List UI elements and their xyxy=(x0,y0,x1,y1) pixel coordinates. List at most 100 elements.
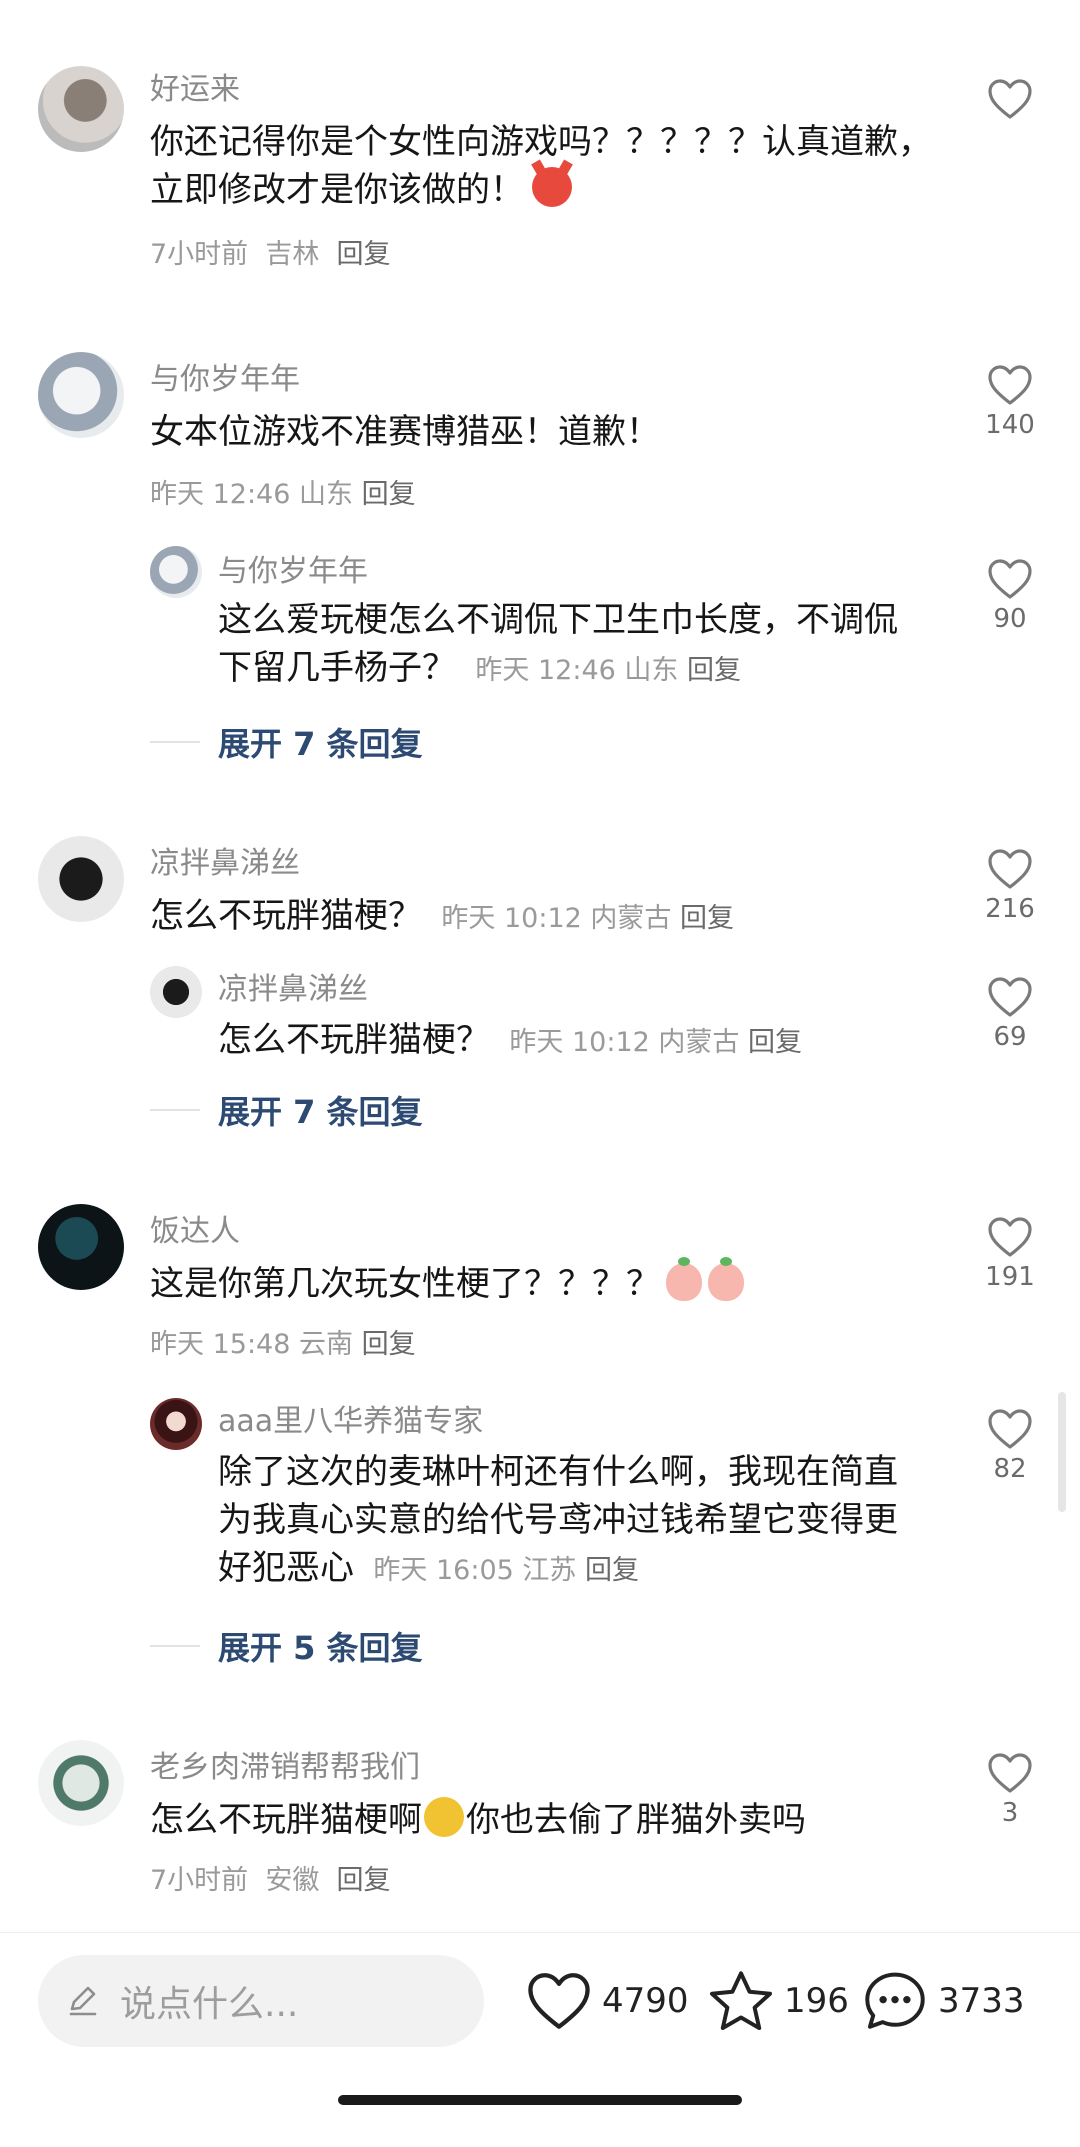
reply-like-button[interactable]: 82 xyxy=(970,1408,1050,1484)
avatar[interactable] xyxy=(38,836,124,922)
reply-time: 昨天 16:05 xyxy=(373,1555,514,1586)
reply-time: 昨天 10:12 xyxy=(509,1027,650,1058)
reply-username[interactable]: 凉拌鼻涕丝 xyxy=(218,964,368,1008)
scrollbar[interactable] xyxy=(1058,1392,1066,1512)
comment-text: 这是你第几次玩女性梗了？？？？ xyxy=(150,1257,950,1308)
comment-time: 昨天 10:12 xyxy=(441,903,582,934)
like-button[interactable]: 3 xyxy=(970,1752,1050,1828)
comment-input-placeholder: 说点什么... xyxy=(120,1984,299,2025)
like-count: 69 xyxy=(993,1022,1027,1052)
like-count: 191 xyxy=(985,1262,1035,1292)
comment-time: 7小时前 xyxy=(150,1865,249,1896)
reply-meta: 昨天 12:46 山东 回复 xyxy=(467,655,741,686)
comment-text: 女本位游戏不准赛博猎巫！道歉！ xyxy=(150,412,660,452)
avatar[interactable] xyxy=(38,66,124,152)
comment-username[interactable]: 饭达人 xyxy=(150,1206,240,1250)
reply-location: 山东 xyxy=(624,655,679,686)
like-button[interactable] xyxy=(970,78,1050,124)
home-indicator[interactable] xyxy=(338,2095,742,2105)
comment-text: 你还记得你是个女性向游戏吗？？？？？认真道歉，立即修改才是你该做的！ xyxy=(150,118,950,214)
divider xyxy=(150,741,200,743)
like-button[interactable]: 191 xyxy=(970,1216,1050,1292)
reply-meta: 昨天 16:05 江苏 回复 xyxy=(365,1555,639,1586)
reply-text-content: 怎么不玩胖猫梗？ xyxy=(218,1020,490,1060)
reply-avatar[interactable] xyxy=(150,966,202,1018)
comment-meta: 7小时前 安徽 回复 xyxy=(150,1858,391,1897)
expand-replies-button[interactable]: 展开 5 条回复 xyxy=(150,1626,423,1667)
reply-username[interactable]: aaa里八华养猫专家 xyxy=(218,1396,483,1440)
comment-meta: 昨天 15:48 云南 回复 xyxy=(150,1322,416,1361)
comment-input[interactable]: 说点什么... xyxy=(38,1955,484,2047)
comment-location: 内蒙古 xyxy=(590,903,672,934)
comment-text-content: 这是你第几次玩女性梗了？？？？ xyxy=(150,1264,660,1304)
heart-icon xyxy=(988,1409,1032,1449)
reply-time: 昨天 12:46 xyxy=(475,655,616,686)
comment-text: 怎么不玩胖猫梗？ 昨天 10:12 内蒙古 回复 xyxy=(150,892,950,943)
star-icon xyxy=(709,1971,773,2031)
like-button[interactable]: 216 xyxy=(970,848,1050,924)
post-comment-count: 3733 xyxy=(938,1981,1025,2021)
comment-time: 昨天 15:48 xyxy=(150,1329,291,1360)
like-count: 82 xyxy=(993,1454,1027,1484)
comment-username[interactable]: 凉拌鼻涕丝 xyxy=(150,838,300,882)
comment-time: 昨天 12:46 xyxy=(150,479,291,510)
reply-text: 这么爱玩梗怎么不调侃下卫生巾长度，不调侃下留几手杨子？ 昨天 12:46 山东 … xyxy=(218,596,928,695)
comment-location: 山东 xyxy=(299,479,353,510)
like-button[interactable]: 140 xyxy=(970,364,1050,440)
post-like-button[interactable]: 4790 xyxy=(526,1955,689,2047)
post-favorite-button[interactable]: 196 xyxy=(708,1955,849,2047)
heart-icon xyxy=(988,849,1032,889)
post-comment-button[interactable]: 3733 xyxy=(862,1955,1025,2047)
reply-button[interactable]: 回复 xyxy=(748,1027,802,1058)
avatar[interactable] xyxy=(38,1204,124,1290)
reply-button[interactable]: 回复 xyxy=(362,479,416,510)
reply-avatar[interactable] xyxy=(150,546,202,598)
heart-icon xyxy=(988,1217,1032,1257)
comment-time: 7小时前 xyxy=(150,239,249,270)
reply-button[interactable]: 回复 xyxy=(362,1329,416,1360)
reply-location: 内蒙古 xyxy=(658,1027,740,1058)
comment-username[interactable]: 好运来 xyxy=(150,64,240,108)
expand-replies-button[interactable]: 展开 7 条回复 xyxy=(150,1090,423,1131)
comment-text-after: 你也去偷了胖猫外卖吗 xyxy=(466,1800,806,1840)
bottom-action-bar: 说点什么... 4790 196 3733 xyxy=(0,1932,1080,2147)
comment-location: 安徽 xyxy=(265,1865,320,1896)
reply-button[interactable]: 回复 xyxy=(337,239,391,270)
comment-meta: 昨天 10:12 内蒙古 回复 xyxy=(433,903,734,934)
expand-replies-label: 展开 7 条回复 xyxy=(218,725,423,763)
comment-text-before: 怎么不玩胖猫梗啊 xyxy=(150,1800,422,1840)
comment-meta: 7小时前 吉林 回复 xyxy=(150,232,391,271)
divider xyxy=(150,1109,200,1111)
heart-icon xyxy=(988,79,1032,119)
heart-icon xyxy=(988,559,1032,599)
comment-text-content: 怎么不玩胖猫梗？ xyxy=(150,896,422,936)
avatar[interactable] xyxy=(38,352,124,438)
expand-replies-button[interactable]: 展开 7 条回复 xyxy=(150,722,423,763)
peach-emoji-icon xyxy=(708,1257,744,1301)
avatar[interactable] xyxy=(38,1740,124,1826)
divider xyxy=(150,1645,200,1647)
post-like-count: 4790 xyxy=(602,1981,689,2021)
comment-location: 吉林 xyxy=(265,239,320,270)
reply-location: 江苏 xyxy=(522,1555,577,1586)
reply-button[interactable]: 回复 xyxy=(585,1555,639,1586)
reply-username[interactable]: 与你岁年年 xyxy=(218,546,368,590)
reply-meta: 昨天 10:12 内蒙古 回复 xyxy=(501,1027,802,1058)
reply-button[interactable]: 回复 xyxy=(337,1865,391,1896)
angry-devil-emoji-icon xyxy=(532,167,572,207)
comment-location: 云南 xyxy=(299,1329,353,1360)
like-count: 90 xyxy=(993,604,1027,634)
heart-icon xyxy=(988,977,1032,1017)
reply-like-button[interactable]: 90 xyxy=(970,558,1050,634)
comment-username[interactable]: 老乡肉滞销帮帮我们 xyxy=(150,1742,420,1786)
like-count: 216 xyxy=(985,894,1035,924)
post-favorite-count: 196 xyxy=(784,1981,849,2021)
reply-button[interactable]: 回复 xyxy=(680,903,734,934)
reply-like-button[interactable]: 69 xyxy=(970,976,1050,1052)
reply-text: 怎么不玩胖猫梗？ 昨天 10:12 内蒙古 回复 xyxy=(218,1016,928,1067)
like-count: 3 xyxy=(1001,1798,1019,1828)
comment-username[interactable]: 与你岁年年 xyxy=(150,354,300,398)
shocked-emoji-icon xyxy=(424,1797,464,1837)
reply-avatar[interactable] xyxy=(150,1398,202,1450)
reply-button[interactable]: 回复 xyxy=(687,655,741,686)
